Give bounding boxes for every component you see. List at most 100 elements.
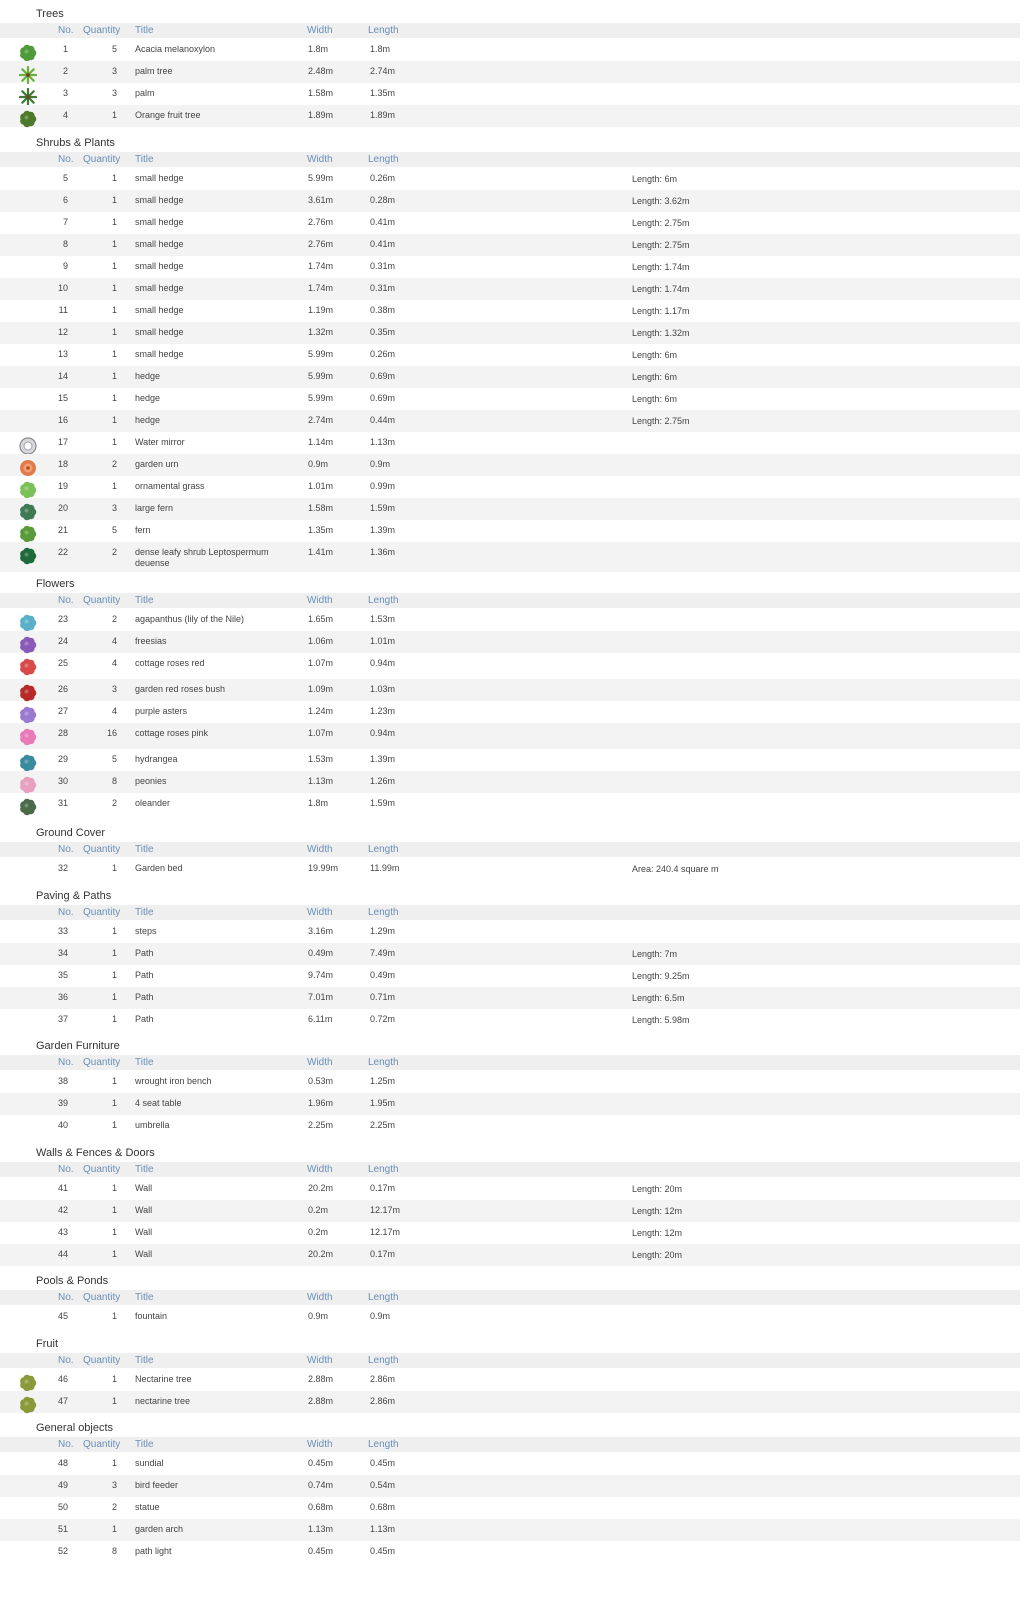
item-note: Length: 12m xyxy=(632,1206,683,1216)
table-row: 41 1 Wall 20.2m 0.17m Length: 20m xyxy=(0,1178,1020,1200)
item-title: garden red roses bush xyxy=(135,684,226,694)
item-number: 10 xyxy=(57,283,68,293)
item-title: ornamental grass xyxy=(135,481,205,491)
table-row: 22 2 dense leafy shrub Leptospermum deuens… xyxy=(0,542,1020,572)
item-length: 2.86m xyxy=(370,1374,396,1384)
item-length: 0.17m xyxy=(370,1249,396,1259)
item-width: 1.14m xyxy=(308,437,334,447)
item-number: 34 xyxy=(57,948,68,958)
column-header-title: Title xyxy=(135,907,154,918)
item-title: palm tree xyxy=(135,66,173,76)
item-quantity: 5 xyxy=(111,525,117,535)
palm-icon xyxy=(18,87,38,107)
item-title: freesias xyxy=(135,636,167,646)
item-length: 0.28m xyxy=(370,195,396,205)
item-number: 27 xyxy=(57,706,68,716)
item-length: 11.99m xyxy=(370,863,400,873)
item-number: 12 xyxy=(57,327,68,337)
column-header-title: Title xyxy=(135,1355,154,1366)
item-width: 0.68m xyxy=(308,1502,334,1512)
item-length: 0.71m xyxy=(370,992,396,1002)
large-fern-icon xyxy=(19,503,37,521)
item-note: Length: 6.5m xyxy=(632,993,685,1003)
table-row: 37 1 Path 6.11m 0.72m Length: 5.98m xyxy=(0,1009,1020,1031)
item-length: 7.49m xyxy=(370,948,396,958)
item-number: 13 xyxy=(57,349,68,359)
item-quantity: 1 xyxy=(111,970,117,980)
item-length: 0.31m xyxy=(370,261,396,271)
item-width: 1.65m xyxy=(308,614,334,624)
column-header-width: Width xyxy=(307,595,333,606)
table-row: 34 1 Path 0.49m 7.49m Length: 7m xyxy=(0,943,1020,965)
item-number: 21 xyxy=(57,525,68,535)
item-length: 2.74m xyxy=(370,66,396,76)
item-quantity: 1 xyxy=(111,948,117,958)
item-title: path light xyxy=(135,1546,172,1556)
column-header-length: Length xyxy=(368,1164,399,1175)
item-width: 1.09m xyxy=(308,684,334,694)
item-title: hedge xyxy=(135,371,161,381)
item-title: large fern xyxy=(135,503,174,513)
table-row: 29 5 hydrangea 1.53m 1.39m xyxy=(0,749,1020,772)
item-number: 49 xyxy=(57,1480,68,1490)
column-header-width: Width xyxy=(307,1292,333,1303)
column-header-qty: Quantity xyxy=(83,1057,121,1068)
item-number: 41 xyxy=(57,1183,68,1193)
table-row: 44 1 Wall 20.2m 0.17m Length: 20m xyxy=(0,1244,1020,1266)
item-quantity: 2 xyxy=(111,614,117,624)
item-quantity: 1 xyxy=(111,863,117,873)
table-row: 5 1 small hedge 5.99m 0.26m Length: 6m xyxy=(0,168,1020,190)
item-title: fern xyxy=(135,525,151,535)
item-title: small hedge xyxy=(135,173,184,183)
item-length: 1.53m xyxy=(370,614,396,624)
column-header-no: No. xyxy=(58,595,74,606)
item-number: 1 xyxy=(62,44,68,54)
item-title: dense leafy shrub Leptospermum deuense xyxy=(135,547,269,568)
item-note: Length: 20m xyxy=(632,1250,683,1260)
item-quantity: 1 xyxy=(111,1396,117,1406)
red-roses-icon xyxy=(19,658,37,676)
item-length: 0.26m xyxy=(370,173,396,183)
item-length: 1.29m xyxy=(370,926,396,936)
item-number: 15 xyxy=(57,393,68,403)
table-row: 1 5 Acacia melanoxylon 1.8m 1.8m xyxy=(0,39,1020,62)
table-row: 10 1 small hedge 1.74m 0.31m Length: 1.74m xyxy=(0,278,1020,300)
item-quantity: 8 xyxy=(111,776,117,786)
item-quantity: 1 xyxy=(111,437,117,447)
item-quantity: 16 xyxy=(106,728,117,738)
item-width: 1.13m xyxy=(308,776,334,786)
item-title: nectarine tree xyxy=(135,1396,191,1406)
item-number: 39 xyxy=(57,1098,68,1108)
column-header-no: No. xyxy=(58,154,74,165)
item-title: Orange fruit tree xyxy=(135,110,201,120)
item-title: wrought iron bench xyxy=(135,1076,212,1086)
item-quantity: 1 xyxy=(111,305,117,315)
table-row: 49 3 bird feeder 0.74m 0.54m xyxy=(0,1475,1020,1497)
item-length: 0.9m xyxy=(370,1311,391,1321)
item-number: 48 xyxy=(57,1458,68,1468)
table-header: No. Quantity Title Width Length xyxy=(0,1353,1020,1368)
item-width: 1.07m xyxy=(308,728,334,738)
item-note: Length: 2.75m xyxy=(632,416,690,426)
item-note: Length: 5.98m xyxy=(632,1015,690,1025)
item-note: Length: 7m xyxy=(632,949,678,959)
table-row: 9 1 small hedge 1.74m 0.31m Length: 1.74m xyxy=(0,256,1020,278)
item-number: 6 xyxy=(62,195,68,205)
item-number: 20 xyxy=(57,503,68,513)
column-header-qty: Quantity xyxy=(83,907,121,918)
item-note: Length: 3.62m xyxy=(632,196,690,206)
item-quantity: 4 xyxy=(111,636,117,646)
item-title: Nectarine tree xyxy=(135,1374,192,1384)
item-width: 1.74m xyxy=(308,261,334,271)
item-length: 0.9m xyxy=(370,459,391,469)
item-length: 1.95m xyxy=(370,1098,396,1108)
table-row: 3 3 palm 1.58m 1.35m xyxy=(0,83,1020,107)
item-title: umbrella xyxy=(135,1120,170,1130)
item-number: 51 xyxy=(57,1524,68,1534)
item-number: 38 xyxy=(57,1076,68,1086)
column-header-qty: Quantity xyxy=(83,595,121,606)
item-width: 2.25m xyxy=(308,1120,334,1130)
column-header-width: Width xyxy=(307,844,333,855)
item-width: 1.58m xyxy=(308,503,334,513)
item-width: 2.48m xyxy=(308,66,334,76)
